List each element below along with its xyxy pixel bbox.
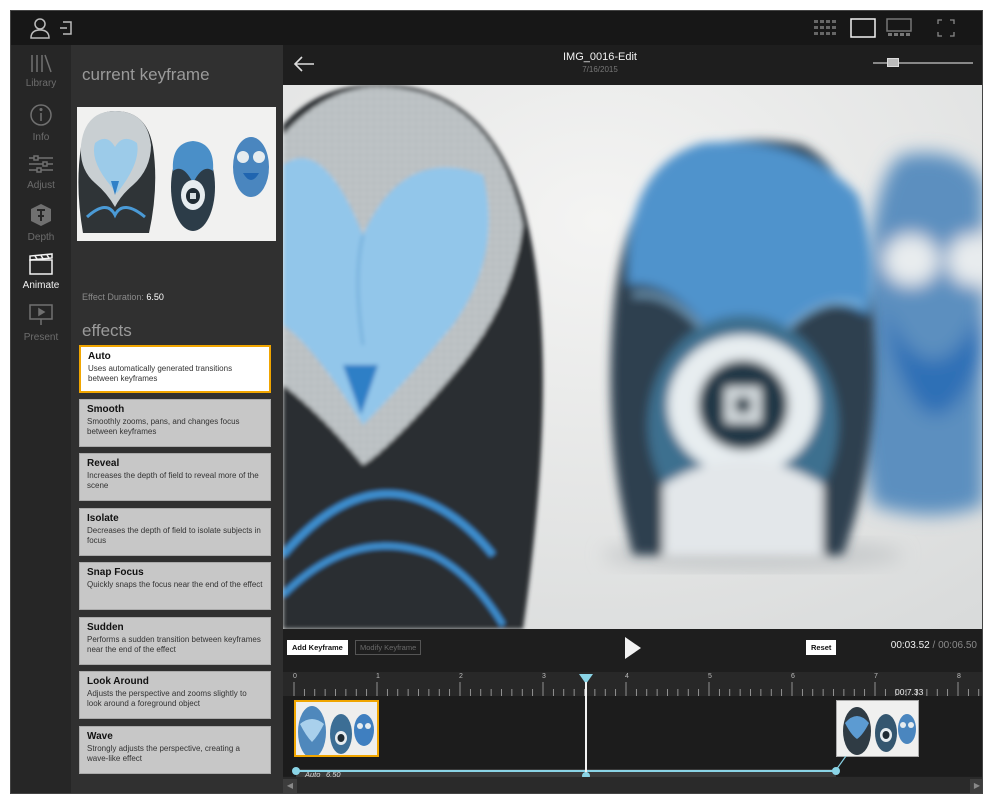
segment-connector [836, 756, 847, 770]
nav-label: Present [23, 332, 59, 343]
ruler-label: 7 [874, 673, 878, 680]
effect-wave[interactable]: Wave Strongly adjusts the perspective, c… [79, 726, 271, 774]
effect-description: Performs a sudden transition between key… [87, 635, 261, 654]
library-icon [29, 53, 53, 76]
nav-label: Depth [27, 232, 55, 243]
effect-name: Isolate [87, 513, 119, 524]
depth-icon [29, 203, 53, 230]
effect-snap-focus[interactable]: Snap Focus Quickly snaps the focus near … [79, 562, 271, 610]
effect-description: Strongly adjusts the perspective, creati… [87, 744, 240, 763]
ruler-label: 3 [542, 673, 546, 680]
ruler-label: 4 [625, 673, 629, 680]
scroll-left-icon[interactable]: ◀ [283, 779, 297, 793]
keyframe-thumbnail-start[interactable] [294, 700, 379, 757]
ruler-label: 0 [293, 673, 297, 680]
ruler-label: 1 [376, 673, 380, 680]
present-icon [28, 303, 54, 330]
effect-name: Look Around [87, 676, 149, 687]
duration-label: Effect Duration: [82, 292, 144, 302]
app-window: Library Info Adjust Depth Animate Presen… [10, 10, 983, 794]
nav-label: Animate [22, 280, 60, 291]
effect-smooth[interactable]: Smooth Smoothly zooms, pans, and changes… [79, 399, 271, 447]
total-time: 00:06.50 [938, 640, 977, 651]
nav-label: Library [25, 78, 57, 89]
playhead-line [585, 682, 588, 776]
segment-start-handle[interactable] [292, 767, 300, 775]
timeline-controls: Add Keyframe Modify Keyframe Reset 00:03… [283, 629, 982, 793]
time-display: 00:03.52 / 00:06.50 [891, 640, 977, 651]
effect-name: Wave [87, 731, 113, 742]
current-time: 00:03.52 [890, 640, 930, 651]
segment-line [296, 770, 837, 772]
effect-description: Smoothly zooms, pans, and changes focus … [87, 417, 240, 436]
keyframe-track[interactable]: 00:7.33 Auto 6.50 [283, 687, 982, 780]
nav-item-library[interactable]: Library [11, 53, 71, 103]
panel-title: current keyframe [82, 65, 210, 84]
nav-label: Info [32, 132, 50, 143]
nav-item-info[interactable]: Info [11, 103, 71, 153]
effect-sudden[interactable]: Sudden Performs a sudden transition betw… [79, 617, 271, 665]
nav-item-animate[interactable]: Animate [11, 253, 71, 303]
reset-button[interactable]: Reset [806, 640, 837, 655]
ruler-label: 2 [459, 673, 463, 680]
sign-in-icon[interactable] [57, 11, 75, 45]
ruler-label: 8 [957, 673, 961, 680]
zoom-slider-thumb[interactable] [887, 58, 899, 67]
user-icon[interactable] [27, 11, 53, 45]
effect-reveal[interactable]: Reveal Increases the depth of field to r… [79, 453, 271, 501]
effects-title: effects [82, 321, 132, 340]
timeline-scrollbar[interactable]: ◀ ▶ [283, 777, 982, 793]
end-keyframe-time: 00:7.33 [895, 687, 924, 697]
play-icon[interactable] [624, 636, 642, 665]
image-date: 7/16/2015 [582, 65, 618, 74]
effect-name: Snap Focus [87, 567, 144, 578]
scroll-right-icon[interactable]: ▶ [970, 779, 982, 793]
nav-rail: Library Info Adjust Depth Animate Presen… [11, 45, 71, 793]
effect-look-around[interactable]: Look Around Adjusts the perspective and … [79, 671, 271, 719]
info-icon [29, 103, 53, 130]
ruler-label: 6 [791, 673, 795, 680]
ruler-label: 5 [708, 673, 712, 680]
effect-description: Uses automatically generated transitions… [88, 364, 233, 383]
effect-name: Reveal [87, 458, 120, 469]
image-title: IMG_0016-Edit [563, 51, 637, 63]
modify-keyframe-button[interactable]: Modify Keyframe [355, 640, 422, 655]
effect-description: Adjusts the perspective and zooms slight… [87, 689, 247, 708]
photo-preview[interactable] [283, 85, 982, 629]
add-keyframe-button[interactable]: Add Keyframe [287, 640, 348, 655]
effect-auto[interactable]: Auto Uses automatically generated transi… [79, 345, 271, 393]
single-view-icon[interactable] [849, 11, 877, 45]
filmstrip-view-icon[interactable] [885, 11, 913, 45]
fullscreen-icon[interactable] [935, 11, 957, 45]
effect-name: Sudden [87, 622, 124, 633]
nav-label: Adjust [27, 180, 55, 191]
ruler-ticks [293, 682, 980, 696]
clapperboard-icon [28, 253, 54, 278]
nav-item-adjust[interactable]: Adjust [11, 153, 71, 203]
playhead[interactable] [579, 674, 594, 780]
main-header: IMG_0016-Edit 7/16/2015 [283, 45, 982, 85]
effect-description: Increases the depth of field to reveal m… [87, 471, 259, 490]
effect-description: Quickly snaps the focus near the end of … [87, 580, 263, 589]
sliders-icon [28, 153, 54, 178]
effect-description: Decreases the depth of field to isolate … [87, 526, 261, 545]
effect-name: Smooth [87, 404, 125, 415]
effect-duration: Effect Duration: 6.50 [82, 292, 164, 302]
time-separator: / [929, 640, 939, 651]
keyframe-thumbnail-end[interactable] [836, 700, 919, 757]
nav-item-present[interactable]: Present [11, 303, 71, 353]
effect-isolate[interactable]: Isolate Decreases the depth of field to … [79, 508, 271, 556]
timeline-ruler[interactable]: 0 1 2 3 4 5 6 7 8 [283, 672, 982, 696]
duration-value: 6.50 [146, 292, 164, 302]
nav-item-depth[interactable]: Depth [11, 203, 71, 253]
grid-view-icon[interactable] [811, 11, 841, 45]
side-panel: current keyframe Effect Duration: 6.50 e… [71, 45, 283, 793]
effect-name: Auto [88, 351, 111, 362]
top-bar [11, 11, 982, 45]
current-keyframe-thumbnail [77, 107, 276, 241]
